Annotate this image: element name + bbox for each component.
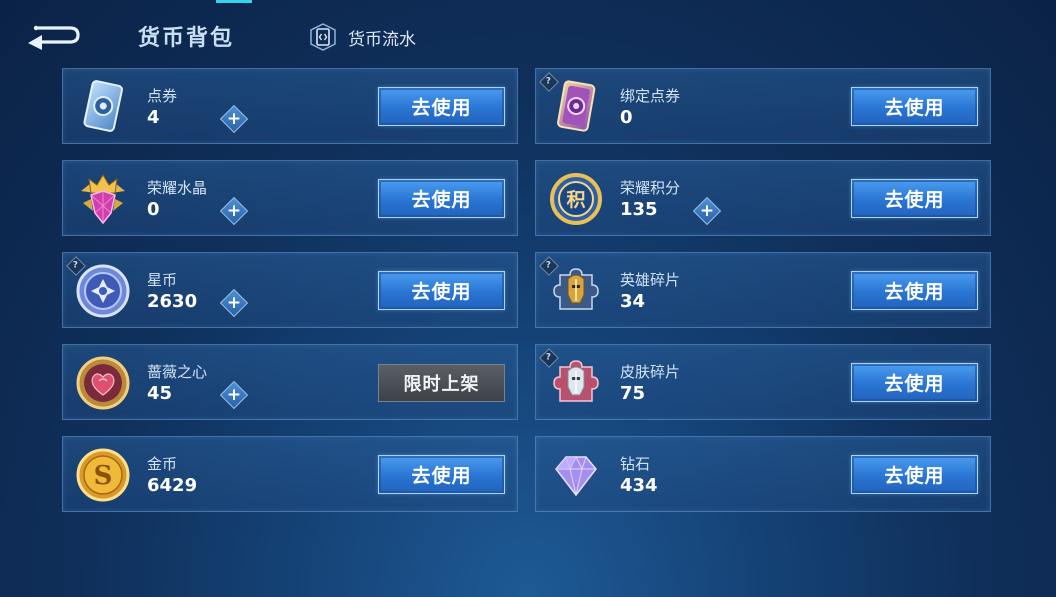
currency-name: 皮肤碎片: [620, 363, 681, 381]
currency-amount: 434: [620, 475, 658, 496]
recharge-plus-button[interactable]: +: [219, 288, 249, 318]
star-coin-icon: [76, 264, 130, 318]
recharge-plus-button[interactable]: +: [219, 380, 249, 410]
recharge-plus-button[interactable]: +: [692, 196, 722, 226]
skin-fragment-icon: [553, 360, 599, 402]
use-button[interactable]: 去使用: [851, 455, 978, 494]
ledger-card-icon: [310, 23, 336, 51]
currency-name: 英雄碎片: [620, 271, 681, 289]
currency-amount: 75: [620, 383, 646, 404]
currency-amount: 4: [147, 107, 160, 128]
currency-card-bound-voucher: ? 绑定点券 0 去使用: [535, 68, 991, 144]
currency-name: 点券: [147, 87, 178, 105]
ledger-label: 货币流水: [348, 29, 416, 50]
currency-card-rose-heart: 蔷薇之心 45 + 限时上架: [62, 344, 518, 420]
currency-card-voucher: 点券 4 + 去使用: [62, 68, 518, 144]
currency-card-gold-coin: S 金币 6429 去使用: [62, 436, 518, 512]
plus-icon: +: [699, 200, 715, 221]
use-button[interactable]: 去使用: [851, 271, 978, 310]
currency-amount: 135: [620, 199, 658, 220]
bound-voucher-card-icon: [557, 80, 596, 132]
currency-ledger-link[interactable]: 货币流水: [308, 22, 416, 52]
currency-name: 蔷薇之心: [147, 363, 208, 381]
use-button[interactable]: 去使用: [851, 179, 978, 218]
currency-amount: 2630: [147, 291, 198, 312]
diamond-icon: [555, 455, 597, 497]
use-button[interactable]: 去使用: [378, 271, 505, 310]
currency-card-skin-fragment: ? 皮肤碎片 75 去使用: [535, 344, 991, 420]
rose-heart-icon: [76, 356, 130, 410]
back-arrow-icon: [28, 25, 80, 50]
recharge-plus-button[interactable]: +: [219, 104, 249, 134]
svg-text:积: 积: [566, 189, 585, 211]
plus-icon: +: [226, 108, 242, 129]
currency-amount: 34: [620, 291, 646, 312]
currency-name: 绑定点券: [620, 87, 681, 105]
back-button[interactable]: [26, 20, 82, 50]
glory-crystal-icon: [81, 174, 125, 225]
currency-amount: 0: [147, 199, 160, 220]
currency-card-hero-fragment: ? 英雄碎片 34 去使用: [535, 252, 991, 328]
recharge-plus-button[interactable]: +: [219, 196, 249, 226]
plus-icon: +: [226, 292, 242, 313]
top-accent-bar: [216, 0, 252, 3]
use-button[interactable]: 去使用: [378, 179, 505, 218]
limited-time-button: 限时上架: [378, 364, 505, 402]
currency-name: 星币: [147, 271, 178, 289]
currency-card-glory-points: 积 荣耀积分 135 + 去使用: [535, 160, 991, 236]
currency-name: 钻石: [620, 455, 651, 473]
currency-name: 荣耀积分: [620, 179, 681, 197]
currency-name: 荣耀水晶: [147, 179, 208, 197]
currency-amount: 0: [620, 107, 633, 128]
glory-points-coin-icon: 积: [550, 173, 602, 225]
use-button[interactable]: 去使用: [851, 363, 978, 402]
plus-icon: +: [226, 200, 242, 221]
use-button[interactable]: 去使用: [378, 87, 505, 126]
svg-text:S: S: [94, 461, 113, 491]
voucher-card-icon: [83, 80, 123, 132]
page-title: 货币背包: [138, 26, 235, 51]
currency-name: 金币: [147, 455, 178, 473]
currency-card-diamond: 钻石 434 去使用: [535, 436, 991, 512]
currency-card-glory-crystal: 荣耀水晶 0 + 去使用: [62, 160, 518, 236]
gold-coin-icon: S: [76, 448, 130, 502]
hero-fragment-icon: [553, 268, 599, 310]
use-button[interactable]: 去使用: [851, 87, 978, 126]
plus-icon: +: [226, 384, 242, 405]
use-button[interactable]: 去使用: [378, 455, 505, 494]
currency-card-star-coin: ? 星币 2630 + 去使用: [62, 252, 518, 328]
currency-amount: 6429: [147, 475, 198, 496]
currency-amount: 45: [147, 383, 173, 404]
